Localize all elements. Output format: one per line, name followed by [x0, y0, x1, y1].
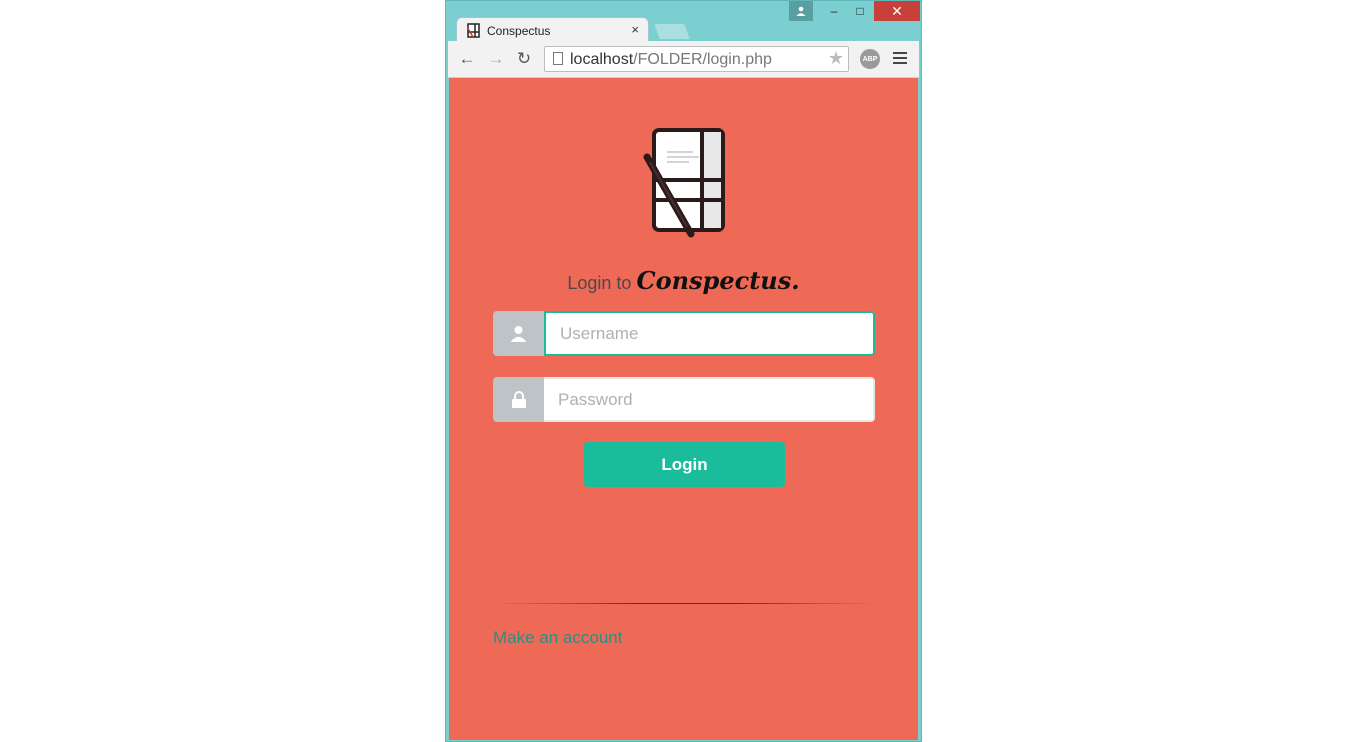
- username-field: [493, 311, 875, 356]
- lock-icon: [511, 391, 526, 408]
- password-input[interactable]: [544, 377, 875, 422]
- heading-prefix: Login to: [567, 273, 632, 293]
- login-heading: Login to Conspectus.: [449, 266, 918, 295]
- menu-icon[interactable]: [893, 52, 907, 67]
- back-arrow-icon[interactable]: ←: [457, 49, 477, 69]
- title-bar: Conspectus × – □ ✕: [446, 1, 921, 43]
- reload-icon[interactable]: ↻: [514, 49, 534, 69]
- close-window-button[interactable]: ✕: [874, 1, 920, 21]
- browser-toolbar: ← → ↻ localhost/FOLDER/login.php ★ ABP: [448, 41, 919, 78]
- bookmark-star-icon[interactable]: ★: [828, 48, 844, 69]
- forward-arrow-icon[interactable]: →: [486, 49, 506, 69]
- tab-close-icon[interactable]: ×: [631, 22, 639, 37]
- username-input[interactable]: [544, 311, 875, 356]
- browser-window: Conspectus × – □ ✕ ← → ↻ localhost/FOLDE…: [445, 0, 922, 742]
- url-path: /FOLDER/login.php: [633, 51, 772, 68]
- url-host: localhost: [570, 51, 634, 68]
- maximize-button[interactable]: □: [847, 1, 873, 21]
- user-icon: [510, 326, 527, 342]
- tab-title: Conspectus: [487, 24, 551, 38]
- url-text[interactable]: localhost/FOLDER/login.php: [570, 51, 772, 69]
- person-icon: [796, 6, 806, 16]
- page-content: Login to Conspectus. Login Ma: [449, 78, 918, 740]
- new-tab-button[interactable]: [652, 23, 692, 40]
- divider: [493, 603, 878, 604]
- page-icon: [553, 52, 563, 65]
- password-addon: [493, 377, 544, 422]
- make-account-link[interactable]: Make an account: [493, 628, 622, 648]
- minimize-button[interactable]: –: [821, 1, 847, 21]
- brand-name: Conspectus.: [636, 266, 800, 295]
- password-field: [493, 377, 875, 422]
- browser-tab[interactable]: Conspectus ×: [456, 17, 649, 43]
- adblock-extension-icon[interactable]: ABP: [860, 49, 880, 69]
- address-bar[interactable]: localhost/FOLDER/login.php ★: [544, 46, 849, 72]
- notebook-pen-icon: [643, 128, 725, 238]
- profile-button[interactable]: [789, 1, 813, 21]
- user-addon: [493, 311, 544, 356]
- login-button[interactable]: Login: [584, 442, 785, 487]
- notebook-icon: [467, 23, 480, 38]
